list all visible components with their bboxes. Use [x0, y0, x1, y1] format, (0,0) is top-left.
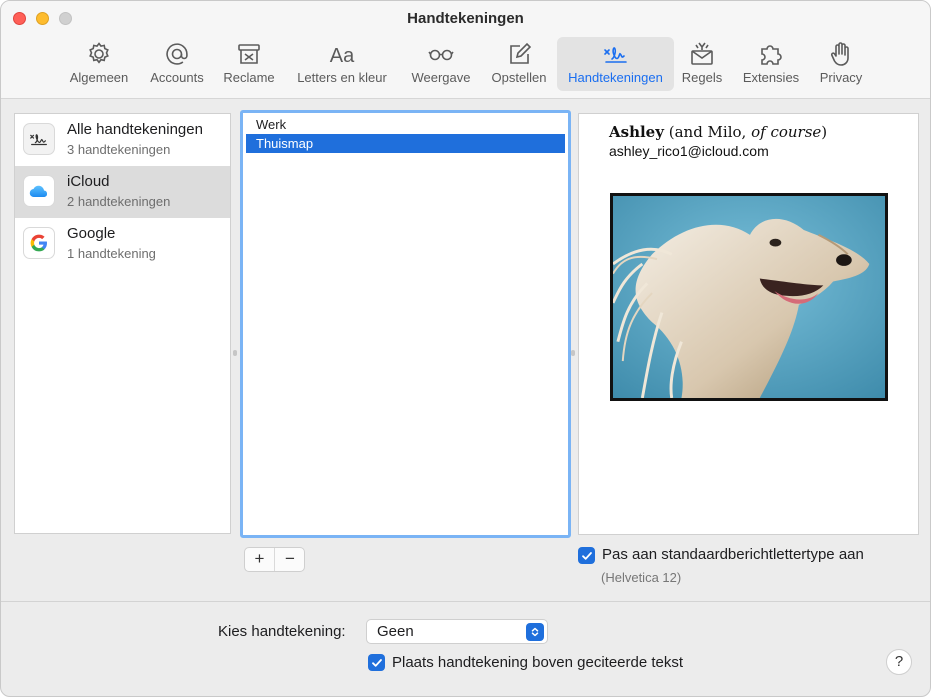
tab-label: Handtekeningen — [568, 70, 663, 85]
signature-preview[interactable]: Ashley (and Milo, of course) ashley_rico… — [578, 113, 919, 535]
choose-signature-value: Geen — [377, 623, 414, 640]
tab-label: Algemeen — [69, 70, 129, 85]
compose-icon — [485, 40, 553, 70]
signature-note-suffix: ) — [821, 123, 828, 141]
signature-icon — [23, 123, 55, 155]
checkmark-icon — [371, 658, 382, 667]
tab-label: Privacy — [819, 70, 863, 85]
google-icon — [23, 227, 55, 259]
checkmark-icon — [581, 551, 592, 560]
titlebar: Handtekeningen Algemeen Accounts Reclame… — [1, 1, 930, 99]
account-row-google[interactable]: Google 1 handtekening — [15, 218, 230, 270]
place-above-quoted-label: Plaats handtekening boven geciteerde tek… — [392, 654, 684, 671]
tab-letters-en-kleur[interactable]: Aa Letters en kleur — [289, 37, 395, 91]
split-handle[interactable] — [571, 350, 575, 356]
choose-signature-popup[interactable]: Geen — [366, 619, 548, 644]
signature-name: Ashley — [609, 123, 664, 141]
account-name: Google — [67, 225, 116, 242]
tab-algemeen[interactable]: Algemeen — [63, 37, 135, 91]
add-signature-button[interactable]: + — [245, 548, 275, 571]
match-font-checkbox[interactable] — [578, 547, 595, 564]
tab-reclame[interactable]: Reclame — [217, 37, 281, 91]
tab-privacy[interactable]: Privacy — [813, 37, 869, 91]
glasses-icon — [405, 40, 477, 70]
tab-handtekeningen[interactable]: Handtekeningen — [557, 37, 674, 91]
preferences-toolbar: Algemeen Accounts Reclame Aa Letters en … — [1, 37, 930, 91]
account-row-all[interactable]: Alle handtekeningen 3 handtekeningen — [15, 114, 230, 166]
account-signature-count: 2 handtekeningen — [67, 194, 171, 209]
help-button[interactable]: ? — [886, 649, 912, 675]
tab-extensies[interactable]: Extensies — [737, 37, 805, 91]
junk-mail-icon — [217, 40, 281, 70]
match-font-label: Pas aan standaardberichtlettertype aan — [602, 546, 864, 563]
signatures-pane: Alle handtekeningen 3 handtekeningen iCl… — [1, 100, 930, 600]
signature-note-italic: of course — [751, 123, 822, 141]
account-row-icloud[interactable]: iCloud 2 handtekeningen — [15, 166, 230, 218]
afghan-hound-photo — [610, 193, 888, 401]
account-signature-count: 3 handtekeningen — [67, 142, 171, 157]
tab-label: Opstellen — [491, 70, 547, 85]
puzzle-icon — [737, 40, 805, 70]
remove-signature-button[interactable]: − — [275, 548, 305, 571]
account-name: Alle handtekeningen — [67, 121, 203, 138]
split-handle[interactable] — [233, 350, 237, 356]
tab-label: Extensies — [742, 70, 800, 85]
accounts-list: Alle handtekeningen 3 handtekeningen iCl… — [14, 113, 231, 534]
signature-item-werk[interactable]: Werk — [246, 115, 565, 134]
chevron-up-down-icon — [526, 623, 544, 641]
tab-accounts[interactable]: Accounts — [143, 37, 211, 91]
account-name: iCloud — [67, 173, 110, 190]
hand-icon — [813, 40, 869, 70]
fonts-icon: Aa — [289, 40, 395, 70]
tab-label: Reclame — [223, 70, 275, 85]
signature-email: ashley_rico1@icloud.com — [609, 143, 769, 159]
gear-icon — [63, 40, 135, 70]
account-signature-count: 1 handtekening — [67, 246, 156, 261]
place-above-quoted-checkbox[interactable] — [368, 654, 385, 671]
tab-label: Letters en kleur — [297, 70, 387, 85]
choose-signature-label: Kies handtekening: — [218, 623, 346, 640]
tab-weergave[interactable]: Weergave — [405, 37, 477, 91]
tab-label: Regels — [681, 70, 723, 85]
signature-list: Werk Thuismap — [240, 110, 571, 538]
add-remove-control: + − — [244, 547, 305, 572]
signature-note-prefix: (and Milo, — [668, 123, 752, 141]
rules-envelope-icon — [677, 40, 727, 70]
preferences-window: Handtekeningen Algemeen Accounts Reclame… — [0, 0, 931, 697]
tab-opstellen[interactable]: Opstellen — [485, 37, 553, 91]
signature-icon — [557, 40, 674, 70]
icloud-icon — [23, 175, 55, 207]
window-title: Handtekeningen — [407, 10, 524, 27]
at-icon — [143, 40, 211, 70]
tab-regels[interactable]: Regels — [677, 37, 727, 91]
tab-label: Weergave — [411, 70, 471, 85]
tab-label: Accounts — [150, 70, 204, 85]
default-font-note: (Helvetica 12) — [601, 570, 682, 585]
divider — [1, 601, 930, 602]
signature-item-thuismap[interactable]: Thuismap — [246, 134, 565, 153]
signature-name-line: Ashley (and Milo, of course) — [609, 123, 827, 141]
svg-text:Aa: Aa — [330, 45, 355, 67]
